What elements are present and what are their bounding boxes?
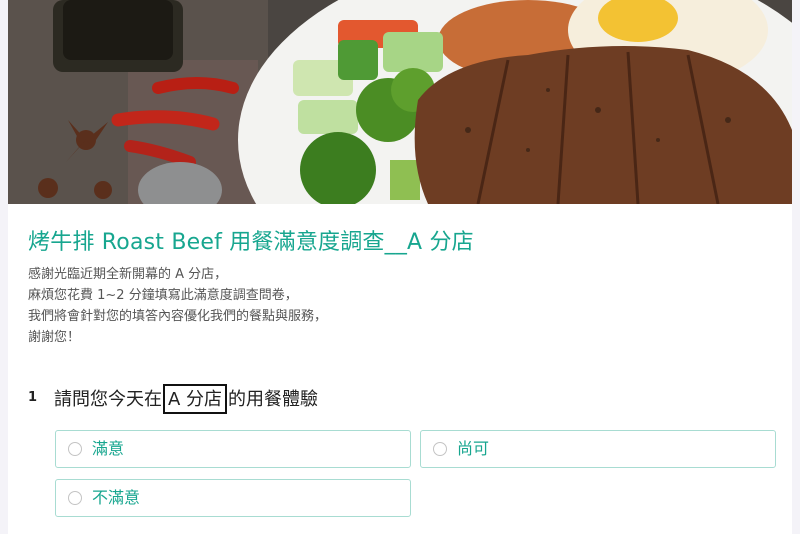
- radio-button[interactable]: [433, 442, 447, 456]
- description-line: 麻煩您花費 1~2 分鐘填寫此滿意度調查問卷，: [28, 288, 298, 303]
- question-highlight-box: A 分店: [163, 384, 228, 414]
- radio-button[interactable]: [68, 442, 82, 456]
- option-label: 尚可: [457, 439, 490, 458]
- description-line: 感謝光臨近期全新開幕的 A 分店，: [28, 267, 228, 282]
- food-photo-illustration: [8, 0, 792, 204]
- question-text-before: 請問您今天在: [54, 389, 162, 410]
- option-label: 不滿意: [92, 488, 141, 507]
- description-line: 我們將會針對您的填答內容優化我們的餐點與服務，: [28, 309, 328, 324]
- option-satisfied[interactable]: 滿意: [55, 430, 411, 468]
- option-acceptable[interactable]: 尚可: [420, 430, 776, 468]
- header-food-image: [8, 0, 792, 204]
- form-title: 烤牛排 Roast Beef 用餐滿意度調查__A 分店: [28, 230, 474, 255]
- description-line: 謝謝您！: [28, 330, 81, 345]
- option-label: 滿意: [92, 439, 125, 458]
- survey-form-card: 烤牛排 Roast Beef 用餐滿意度調查__A 分店 感謝光臨近期全新開幕的…: [8, 0, 792, 534]
- option-dissatisfied[interactable]: 不滿意: [55, 479, 411, 517]
- question-number: 1: [28, 390, 38, 405]
- form-description: 感謝光臨近期全新開幕的 A 分店， 麻煩您花費 1~2 分鐘填寫此滿意度調查問卷…: [28, 264, 728, 348]
- radio-button[interactable]: [68, 491, 82, 505]
- question-text-after: 的用餐體驗: [228, 389, 319, 410]
- question-text: 請問您今天在 A 分店 的用餐體驗: [54, 384, 318, 416]
- question-1: 1 請問您今天在 A 分店 的用餐體驗: [28, 384, 788, 416]
